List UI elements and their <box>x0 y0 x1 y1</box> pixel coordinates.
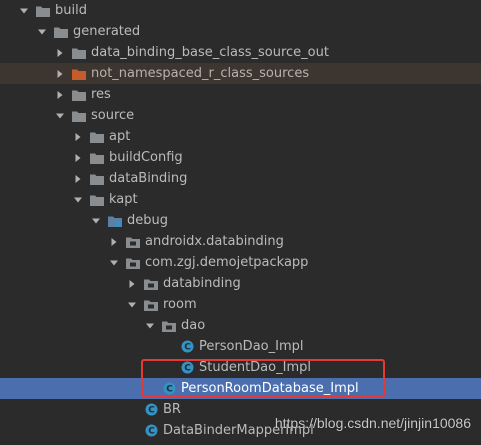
folder-icon <box>72 89 86 101</box>
chevron-down-icon[interactable] <box>54 110 66 122</box>
folder-icon <box>72 47 86 59</box>
tree-row[interactable]: build <box>0 0 481 21</box>
tree-row-label: androidx.databinding <box>145 234 284 249</box>
class-icon: C <box>162 382 176 395</box>
project-tree: build generated data_binding_base_class_so… <box>0 0 481 441</box>
tree-row[interactable]: C PersonRoomDatabase_Impl <box>0 378 481 399</box>
tree-row[interactable]: C StudentDao_Impl <box>0 357 481 378</box>
package-icon <box>126 236 140 248</box>
tree-row-label: source <box>91 108 135 123</box>
svg-text:C: C <box>166 385 173 395</box>
tree-row[interactable]: databinding <box>0 273 481 294</box>
tree-row[interactable]: com.zgj.demojetpackapp <box>0 252 481 273</box>
folder-icon <box>36 5 50 17</box>
package-icon <box>144 299 158 311</box>
tree-row-label: debug <box>127 213 168 228</box>
tree-row-label: buildConfig <box>109 150 183 165</box>
tree-row[interactable]: dataBinding <box>0 168 481 189</box>
tree-row-label: PersonDao_Impl <box>199 339 304 354</box>
tree-row-label: PersonRoomDatabase_Impl <box>181 381 359 396</box>
class-icon: C <box>180 361 194 374</box>
svg-text:C: C <box>148 427 155 437</box>
svg-text:C: C <box>184 364 191 374</box>
tree-row[interactable]: res <box>0 84 481 105</box>
watermark-text: https://blog.csdn.net/jinjin10086 <box>274 415 471 431</box>
tree-row[interactable]: generated <box>0 21 481 42</box>
tree-row[interactable]: kapt <box>0 189 481 210</box>
folder-icon <box>90 152 104 164</box>
folder-icon <box>90 173 104 185</box>
tree-row-label: databinding <box>163 276 241 291</box>
chevron-down-icon[interactable] <box>144 320 156 332</box>
tree-row[interactable]: androidx.databinding <box>0 231 481 252</box>
tree-row-label: BR <box>163 402 181 417</box>
chevron-down-icon[interactable] <box>126 299 138 311</box>
chevron-right-icon[interactable] <box>54 68 66 80</box>
source-folder-icon <box>108 215 122 227</box>
tree-row[interactable]: not_namespaced_r_class_sources <box>0 63 481 84</box>
tree-row-label: generated <box>73 24 141 39</box>
chevron-right-icon[interactable] <box>72 173 84 185</box>
chevron-down-icon[interactable] <box>18 5 30 17</box>
tree-row-label: res <box>91 87 111 102</box>
chevron-right-icon[interactable] <box>72 131 84 143</box>
tree-row[interactable]: apt <box>0 126 481 147</box>
chevron-down-icon[interactable] <box>72 194 84 206</box>
folder-icon <box>72 110 86 122</box>
package-icon <box>162 320 176 332</box>
chevron-down-icon[interactable] <box>108 257 120 269</box>
tree-row-label: dao <box>181 318 206 333</box>
orange-folder-icon <box>72 68 86 80</box>
class-icon: C <box>144 403 158 416</box>
tree-row-label: data_binding_base_class_source_out <box>91 45 329 60</box>
chevron-down-icon[interactable] <box>90 215 102 227</box>
tree-row-label: com.zgj.demojetpackapp <box>145 255 309 270</box>
tree-row[interactable]: buildConfig <box>0 147 481 168</box>
chevron-down-icon[interactable] <box>36 26 48 38</box>
package-icon <box>126 257 140 269</box>
tree-row-label: room <box>163 297 197 312</box>
chevron-right-icon[interactable] <box>54 47 66 59</box>
folder-icon <box>54 26 68 38</box>
tree-row-label: dataBinding <box>109 171 188 186</box>
chevron-right-icon[interactable] <box>72 152 84 164</box>
folder-icon <box>90 194 104 206</box>
svg-text:C: C <box>184 343 191 353</box>
tree-row[interactable]: data_binding_base_class_source_out <box>0 42 481 63</box>
package-icon <box>144 278 158 290</box>
tree-row[interactable]: source <box>0 105 481 126</box>
chevron-right-icon[interactable] <box>54 89 66 101</box>
tree-row-label: kapt <box>109 192 138 207</box>
tree-row[interactable]: dao <box>0 315 481 336</box>
tree-row-label: build <box>55 3 87 18</box>
tree-row[interactable]: debug <box>0 210 481 231</box>
tree-row[interactable]: C PersonDao_Impl <box>0 336 481 357</box>
tree-row-label: apt <box>109 129 131 144</box>
svg-text:C: C <box>148 406 155 416</box>
class-icon: C <box>180 340 194 353</box>
tree-row[interactable]: room <box>0 294 481 315</box>
chevron-right-icon[interactable] <box>108 236 120 248</box>
tree-row-label: not_namespaced_r_class_sources <box>91 66 310 81</box>
tree-row-label: StudentDao_Impl <box>199 360 311 375</box>
chevron-right-icon[interactable] <box>126 278 138 290</box>
class-icon: C <box>144 424 158 437</box>
folder-icon <box>90 131 104 143</box>
